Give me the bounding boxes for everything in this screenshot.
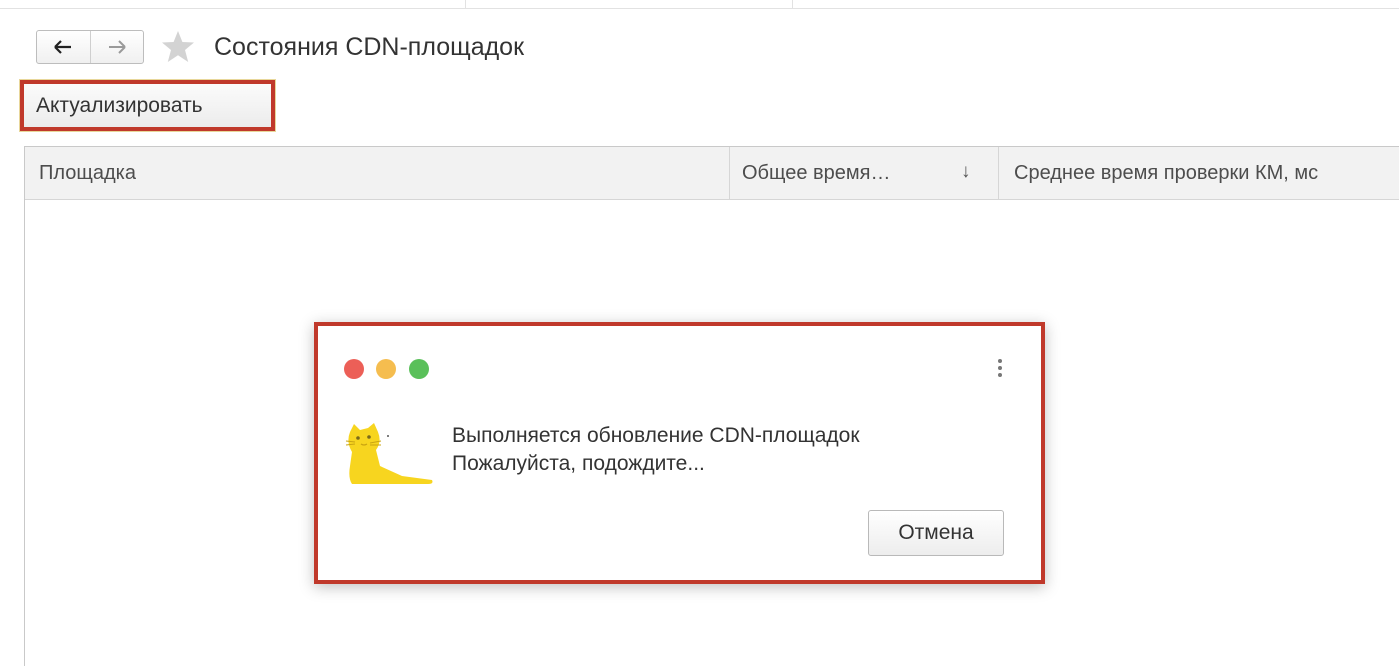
- minimize-dot-icon[interactable]: [376, 359, 396, 379]
- star-icon[interactable]: [161, 30, 195, 64]
- top-tab-separator: [465, 0, 466, 9]
- update-button[interactable]: Актуализировать: [19, 79, 276, 132]
- back-button[interactable]: [37, 31, 90, 63]
- top-tab-separator: [792, 0, 793, 9]
- progress-message-line: Пожалуйста, подождите...: [452, 452, 705, 475]
- table-header: Площадка Общее время… ↓ Среднее время пр…: [25, 147, 1399, 200]
- form-window: Состояния CDN-площадок Актуализировать П…: [0, 0, 1399, 666]
- arrow-left-icon: [54, 40, 72, 54]
- top-divider: [0, 8, 1399, 9]
- column-header-avg-check-time[interactable]: Среднее время проверки КМ, мс: [999, 147, 1399, 199]
- column-header-total-time[interactable]: Общее время… ↓: [730, 147, 999, 199]
- arrow-right-icon: [108, 40, 126, 54]
- close-dot-icon[interactable]: [344, 359, 364, 379]
- kebab-menu-icon[interactable]: [994, 356, 1006, 382]
- column-label: Среднее время проверки КМ, мс: [1014, 161, 1319, 184]
- navigation-buttons: [36, 30, 144, 64]
- progress-dialog: Выполняется обновление CDN-площадок Пожа…: [314, 322, 1045, 584]
- page-title: Состояния CDN-площадок: [214, 33, 525, 61]
- column-label: Общее время…: [742, 161, 891, 184]
- progress-message-line: Выполняется обновление CDN-площадок: [452, 424, 860, 447]
- column-label: Площадка: [39, 161, 136, 184]
- yellow-cat-icon: [345, 423, 433, 484]
- progress-message: Выполняется обновление CDN-площадок Пожа…: [452, 422, 860, 478]
- forward-button[interactable]: [89, 31, 144, 63]
- cancel-button[interactable]: Отмена: [868, 510, 1004, 556]
- maximize-dot-icon[interactable]: [409, 359, 429, 379]
- sort-down-icon: ↓: [961, 161, 971, 182]
- column-header-site[interactable]: Площадка: [25, 147, 730, 199]
